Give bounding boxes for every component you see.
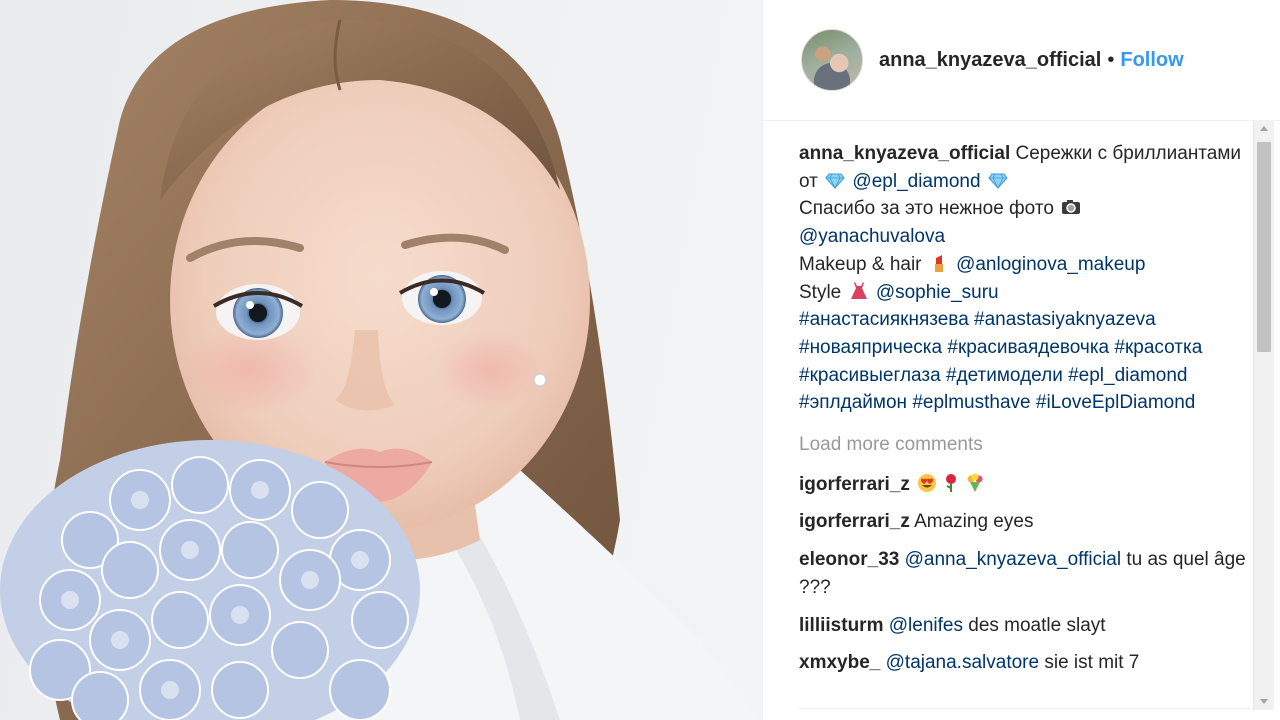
- caption-text: Makeup & hair: [799, 253, 922, 275]
- header-line: anna_knyazeva_official • Follow: [879, 48, 1184, 72]
- scroll-up-arrow-icon[interactable]: [1260, 126, 1268, 131]
- comment-item: igorferrari_z: [799, 471, 1249, 499]
- comment-item: igorferrari_z Amazing eyes: [799, 508, 1249, 536]
- bouquet-icon: [967, 473, 983, 492]
- portrait-illustration: [0, 0, 760, 720]
- diamond-icon: [988, 173, 1008, 189]
- hashtag[interactable]: #anastasiyaknyazeva: [974, 309, 1156, 330]
- hashtag[interactable]: #красотка: [1114, 337, 1202, 358]
- comment-item: eleonor_33 @anna_knyazeva_official tu as…: [799, 546, 1249, 601]
- hashtag[interactable]: #красиваядевочка: [947, 337, 1109, 358]
- comment-username[interactable]: lilliisturm: [799, 615, 883, 636]
- scrollbar-thumb[interactable]: [1257, 142, 1271, 352]
- caption-text: Style: [799, 281, 842, 303]
- comment-mention[interactable]: @lenifes: [889, 615, 963, 636]
- caption-username[interactable]: anna_knyazeva_official: [799, 143, 1010, 164]
- comment-text: sie ist mit 7: [1044, 652, 1140, 674]
- author-avatar[interactable]: [801, 29, 863, 91]
- comments-scrollbar[interactable]: [1253, 120, 1274, 710]
- heart-eyes-icon: [918, 473, 937, 492]
- caption-mention[interactable]: @epl_diamond: [852, 171, 980, 192]
- comment-mention[interactable]: @anna_knyazeva_official: [905, 549, 1121, 570]
- comment-username[interactable]: igorferrari_z: [799, 511, 910, 532]
- diamond-icon: [825, 173, 845, 189]
- lipstick-icon: [934, 254, 943, 272]
- camera-icon: [1062, 200, 1081, 215]
- rose-icon: [946, 473, 957, 492]
- post-side-panel: anna_knyazeva_official • Follow anna_knyaz…: [762, 0, 1280, 720]
- caption-mention[interactable]: @sophie_suru: [876, 282, 999, 303]
- comment-mention[interactable]: @tajana.salvatore: [886, 652, 1039, 673]
- hashtag[interactable]: #eplmusthave: [912, 392, 1030, 413]
- hashtag[interactable]: #красивыеглаза: [799, 365, 941, 386]
- post-header: anna_knyazeva_official • Follow: [763, 0, 1280, 121]
- header-separator: •: [1107, 49, 1115, 71]
- hashtag[interactable]: #iLoveEplDiamond: [1036, 392, 1196, 413]
- caption-mention[interactable]: @anloginova_makeup: [956, 254, 1145, 275]
- comment-item: xmxybe_ @tajana.salvatore sie ist mit 7: [799, 649, 1249, 677]
- hashtag[interactable]: #новаяприческа: [799, 337, 942, 358]
- comment-username[interactable]: igorferrari_z: [799, 474, 910, 495]
- instagram-post-view: anna_knyazeva_official • Follow anna_knyaz…: [0, 0, 1280, 720]
- comment-text: des moatle slayt: [968, 614, 1106, 636]
- dress-icon: [850, 281, 867, 299]
- hashtag[interactable]: #детимодели: [946, 365, 1063, 386]
- hashtag[interactable]: #анастасиякнязева: [799, 309, 969, 330]
- comments-divider: [799, 708, 1251, 709]
- comment-text: Amazing eyes: [914, 511, 1034, 533]
- post-caption: anna_knyazeva_official Сережки с бриллиа…: [799, 140, 1249, 417]
- comment-item: lilliisturm @lenifes des moatle slayt: [799, 612, 1249, 640]
- load-more-comments-button[interactable]: Load more comments: [799, 431, 1249, 459]
- hashtag[interactable]: #эплдаймон: [799, 392, 907, 413]
- caption-text: Спасибо за это нежное фото: [799, 198, 1054, 220]
- post-photo[interactable]: [0, 0, 762, 720]
- comment-username[interactable]: eleonor_33: [799, 549, 899, 570]
- scroll-down-arrow-icon[interactable]: [1260, 699, 1268, 704]
- author-username[interactable]: anna_knyazeva_official: [879, 49, 1101, 71]
- follow-button[interactable]: Follow: [1120, 49, 1183, 71]
- caption-mention[interactable]: @yanachuvalova: [799, 226, 945, 247]
- comment-username[interactable]: xmxybe_: [799, 652, 880, 673]
- comments-list: anna_knyazeva_official Сережки с бриллиа…: [799, 140, 1249, 687]
- hashtag[interactable]: #epl_diamond: [1068, 365, 1187, 386]
